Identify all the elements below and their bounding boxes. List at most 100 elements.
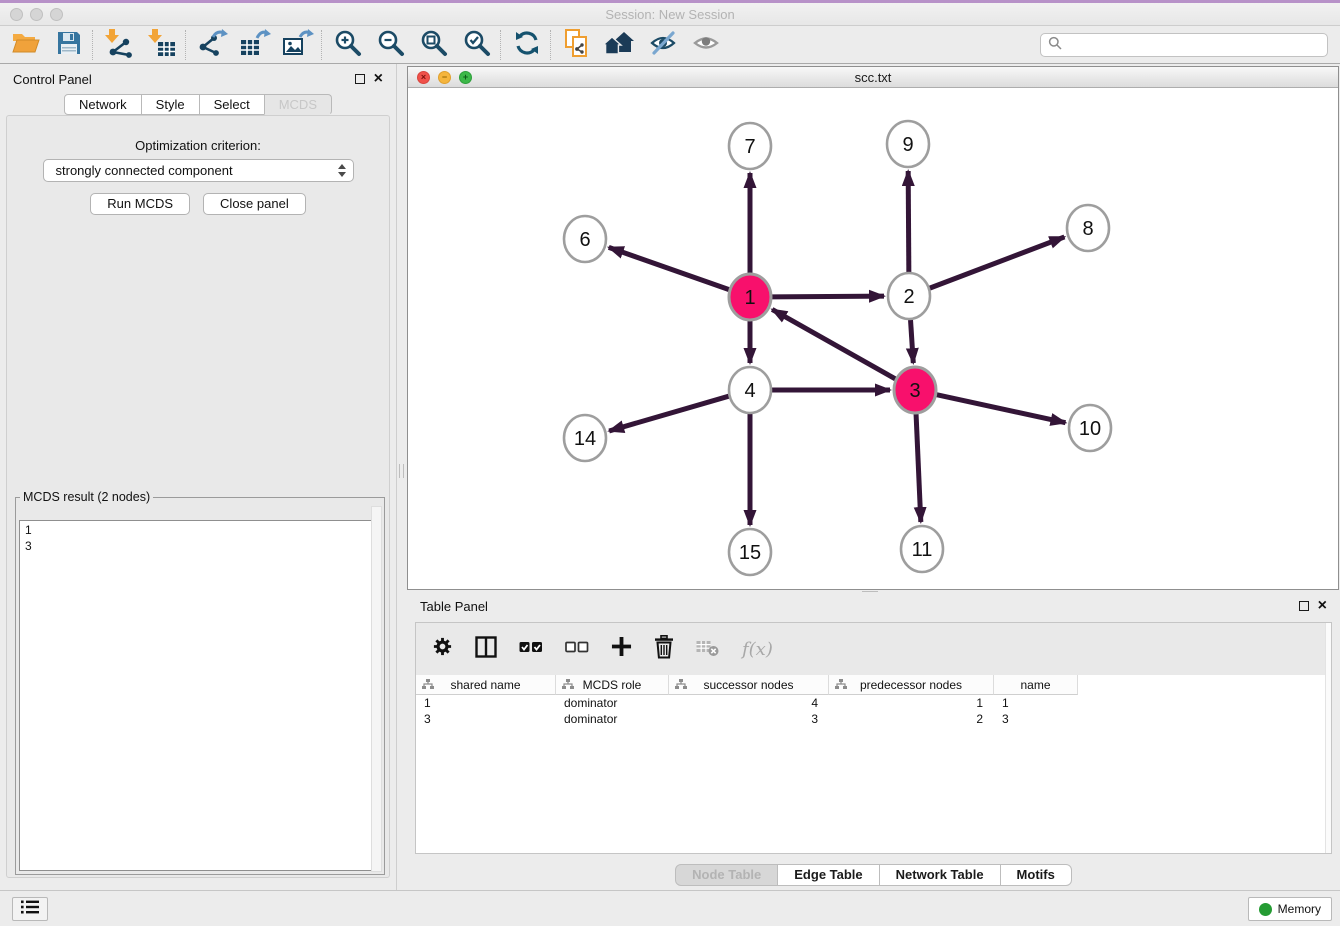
table-cell[interactable]: 3	[416, 711, 556, 727]
close-table-panel-icon[interactable]: ×	[1318, 601, 1327, 611]
unselect-all-columns-button[interactable]	[565, 638, 589, 661]
control-panel-title: Control Panel	[13, 72, 92, 87]
tab-style[interactable]: Style	[141, 94, 200, 115]
zoom-in-button[interactable]	[326, 28, 369, 62]
table-cell[interactable]: dominator	[556, 711, 669, 727]
graph-node-label-3: 3	[909, 380, 920, 402]
save-icon	[56, 30, 82, 61]
table-cell[interactable]: 1	[994, 695, 1078, 711]
edge-2-3[interactable]	[911, 320, 914, 363]
toolbar-separator	[500, 30, 503, 60]
table-cell[interactable]: 4	[669, 695, 829, 711]
table-cell[interactable]: 3	[994, 711, 1078, 727]
graph-node-label-9: 9	[902, 134, 913, 156]
close-panel-icon[interactable]: ×	[374, 74, 383, 84]
control-panel-tabs: NetworkStyleSelectMCDS	[0, 94, 396, 115]
column-header-label: MCDS role	[583, 678, 642, 692]
export-network-icon	[196, 28, 228, 63]
table-row[interactable]: 3dominator323	[416, 711, 1331, 727]
table-cell[interactable]: 1	[829, 695, 994, 711]
task-manager-button[interactable]	[12, 897, 48, 921]
network-window-titlebar[interactable]: scc.txt × − +	[408, 67, 1338, 88]
zoom-out-button[interactable]	[369, 28, 412, 62]
toolbar-separator	[185, 30, 188, 60]
table-scrollbar[interactable]	[1325, 623, 1331, 853]
column-header-predecessor-nodes[interactable]: predecessor nodes	[829, 675, 994, 695]
tab-mcds[interactable]: MCDS	[264, 94, 332, 115]
show-columns-button[interactable]	[475, 636, 497, 663]
duplicate-network-button[interactable]	[555, 28, 598, 62]
table-cell[interactable]: dominator	[556, 695, 669, 711]
open-session-button[interactable]	[4, 28, 47, 62]
column-header-successor-nodes[interactable]: successor nodes	[669, 675, 829, 695]
memory-label: Memory	[1278, 902, 1321, 916]
network-window-title: scc.txt	[408, 67, 1338, 88]
table-cell[interactable]: 3	[669, 711, 829, 727]
criterion-dropdown[interactable]: strongly connected component	[43, 159, 354, 182]
column-header-shared-name[interactable]: shared name	[416, 675, 556, 695]
edge-3-1[interactable]	[772, 309, 895, 378]
delete-table-icon	[696, 645, 720, 662]
column-header-name[interactable]: name	[994, 675, 1078, 695]
node-table-container: f(x) shared nameMCDS rolesuccessor nodes…	[415, 622, 1332, 854]
tab-motifs[interactable]: Motifs	[1000, 864, 1072, 886]
delete-table-button	[696, 636, 720, 663]
tab-edge-table[interactable]: Edge Table	[777, 864, 879, 886]
search-input[interactable]	[1067, 38, 1320, 52]
tab-node-table[interactable]: Node Table	[675, 864, 778, 886]
edge-4-14[interactable]	[609, 396, 729, 431]
import-table-button[interactable]	[140, 28, 183, 62]
export-network-button[interactable]	[190, 28, 233, 62]
search-field[interactable]	[1040, 33, 1328, 57]
network-canvas[interactable]: 7968124314101511	[408, 89, 1338, 589]
delete-columns-button[interactable]	[654, 635, 674, 664]
hide-selected-button[interactable]	[641, 28, 684, 62]
select-all-columns-button[interactable]	[519, 638, 543, 661]
table-settings-button[interactable]	[432, 636, 453, 662]
edge-1-6[interactable]	[609, 247, 729, 289]
vertical-splitter[interactable]	[397, 64, 407, 890]
graph-node-label-2: 2	[903, 286, 914, 308]
node-table: shared name MCDS role successor nodesprede…	[416, 675, 1331, 727]
import-network-button[interactable]	[97, 28, 140, 62]
control-panel: Control Panel × NetworkStyleSelectMCDS O…	[0, 64, 397, 890]
first-neighbors-button[interactable]	[598, 28, 641, 62]
edge-3-11[interactable]	[916, 414, 921, 522]
edge-3-10[interactable]	[937, 395, 1066, 423]
mcds-result-text[interactable]: 1 3	[19, 520, 381, 871]
network-close-button[interactable]: ×	[417, 71, 430, 84]
run-mcds-button[interactable]: Run MCDS	[90, 193, 190, 215]
save-session-button[interactable]	[47, 28, 90, 62]
tab-network-table[interactable]: Network Table	[879, 864, 1001, 886]
edge-2-8[interactable]	[930, 237, 1065, 288]
zoom-selected-icon	[462, 28, 492, 63]
tab-network[interactable]: Network	[64, 94, 142, 115]
zoom-selected-button[interactable]	[455, 28, 498, 62]
edge-1-2[interactable]	[772, 296, 884, 297]
titlebar: Session: New Session	[0, 3, 1340, 26]
open-folder-icon	[11, 30, 41, 61]
column-header-MCDS-role[interactable]: MCDS role	[556, 675, 669, 695]
table-cell[interactable]: 2	[829, 711, 994, 727]
result-scrollbar[interactable]	[371, 506, 382, 872]
network-zoom-button[interactable]: +	[459, 71, 472, 84]
export-image-button[interactable]	[276, 28, 319, 62]
table-cell[interactable]: 1	[416, 695, 556, 711]
graph-node-label-11: 11	[912, 539, 933, 561]
close-panel-button[interactable]: Close panel	[203, 193, 306, 215]
tab-select[interactable]: Select	[199, 94, 265, 115]
float-panel-icon[interactable]	[355, 74, 365, 84]
table-row[interactable]: 1dominator411	[416, 695, 1331, 711]
graph-node-label-1: 1	[744, 287, 755, 309]
table-panel-tabs: Node TableEdge TableNetwork TableMotifs	[407, 864, 1340, 886]
network-minimize-button[interactable]: −	[438, 71, 451, 84]
memory-button[interactable]: Memory	[1248, 897, 1332, 921]
refresh-layout-button[interactable]	[505, 28, 548, 62]
graph-node-label-8: 8	[1082, 218, 1093, 240]
edge-2-9[interactable]	[908, 171, 909, 272]
float-table-panel-icon[interactable]	[1299, 601, 1309, 611]
zoom-fit-button[interactable]	[412, 28, 455, 62]
export-table-button[interactable]	[233, 28, 276, 62]
create-column-button[interactable]	[611, 636, 632, 662]
show-all-button	[684, 28, 727, 62]
